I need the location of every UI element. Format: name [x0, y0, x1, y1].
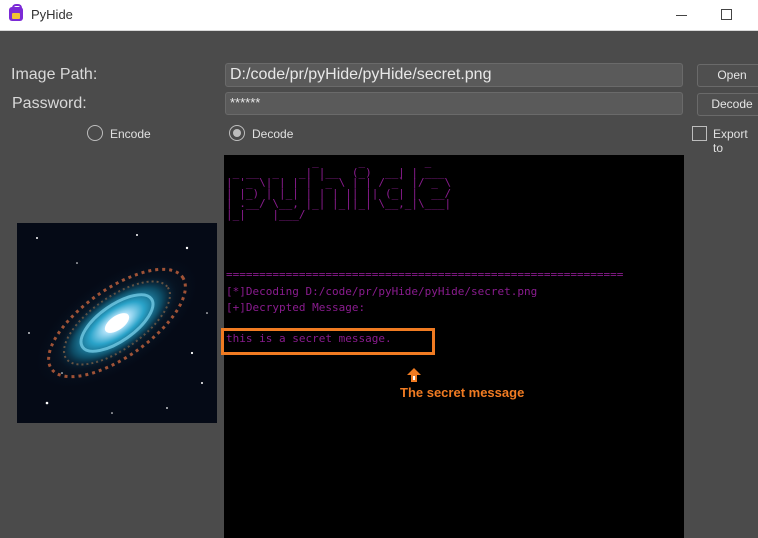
export-checkbox[interactable]	[692, 126, 707, 141]
window-title: PyHide	[31, 7, 73, 22]
decode-button[interactable]: Decode	[697, 93, 758, 116]
separator-line: ========================================…	[226, 268, 624, 281]
title-bar: PyHide	[0, 0, 758, 31]
image-path-label: Image Path:	[11, 66, 98, 83]
secret-message-highlight	[221, 328, 435, 355]
maximize-button[interactable]	[714, 3, 738, 27]
decode-radio[interactable]	[229, 125, 245, 141]
password-input[interactable]: ******	[225, 92, 683, 115]
ascii-banner: _ _ _ _ __ _ _| |__ (_) __| | ___ | '_ \…	[226, 155, 452, 221]
open-button[interactable]: Open	[697, 64, 758, 87]
image-path-input[interactable]: D:/code/pr/pyHide/pyHide/secret.png	[225, 63, 683, 87]
decode-label: Decode	[252, 127, 294, 141]
encode-label: Encode	[110, 127, 151, 141]
lock-icon	[9, 4, 23, 21]
export-label: Export to	[713, 127, 748, 155]
password-label: Password:	[12, 95, 87, 112]
annotation-label: The secret message	[400, 385, 525, 400]
galaxy-image	[17, 223, 217, 423]
minimize-button[interactable]	[670, 3, 694, 27]
image-preview	[17, 223, 217, 423]
up-arrow-icon	[407, 368, 421, 382]
decoding-line: [*]Decoding D:/code/pr/pyHide/pyHide/sec…	[226, 285, 538, 298]
decrypted-line: [+]Decrypted Message:	[226, 301, 366, 314]
encode-radio[interactable]	[87, 125, 103, 141]
